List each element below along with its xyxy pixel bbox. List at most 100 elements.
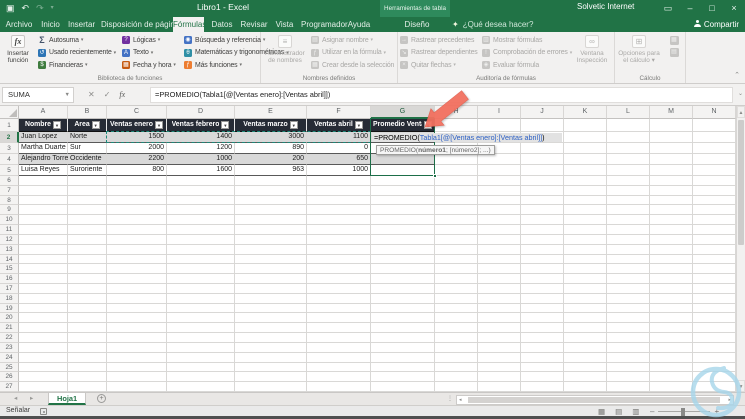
cell-b18[interactable] xyxy=(68,294,107,304)
cell-i21[interactable] xyxy=(478,323,521,333)
cell-l19[interactable] xyxy=(607,304,650,314)
cell-d15[interactable] xyxy=(167,264,235,274)
cell-j13[interactable] xyxy=(521,245,564,255)
cell-a14[interactable] xyxy=(19,255,68,265)
cell-b15[interactable] xyxy=(68,264,107,274)
cell-d22[interactable] xyxy=(167,333,235,343)
cell-e17[interactable] xyxy=(235,284,307,294)
cell-a20[interactable] xyxy=(19,313,68,323)
cell-k10[interactable] xyxy=(564,215,607,225)
row-header-9[interactable]: 9 xyxy=(0,205,19,215)
zoom-out-icon[interactable]: – xyxy=(650,407,654,416)
cell-f16[interactable] xyxy=(307,274,371,284)
cell-j6[interactable] xyxy=(521,176,564,186)
cell-g17[interactable] xyxy=(371,284,435,294)
tab-scroll-splitter[interactable]: ⋮ xyxy=(447,395,454,402)
cell-l23[interactable] xyxy=(607,343,650,353)
cell-k14[interactable] xyxy=(564,255,607,265)
save-icon[interactable]: ▣ xyxy=(6,1,15,16)
cell-k19[interactable] xyxy=(564,304,607,314)
cell-b14[interactable] xyxy=(68,255,107,265)
cell-e18[interactable] xyxy=(235,294,307,304)
cell-k26[interactable] xyxy=(564,372,607,382)
cell-f3[interactable]: 0 xyxy=(307,143,371,154)
cell-k12[interactable] xyxy=(564,235,607,245)
cell-i13[interactable] xyxy=(478,245,521,255)
cell-a17[interactable] xyxy=(19,284,68,294)
vertical-scroll-thumb[interactable] xyxy=(738,120,744,245)
cell-e12[interactable] xyxy=(235,235,307,245)
cell-c25[interactable] xyxy=(107,363,167,373)
cell-h16[interactable] xyxy=(435,274,478,284)
vertical-scrollbar[interactable]: ▲▼ xyxy=(736,106,745,392)
cell-b22[interactable] xyxy=(68,333,107,343)
row-header-7[interactable]: 7 xyxy=(0,186,19,196)
cell-g10[interactable] xyxy=(371,215,435,225)
cell-i27[interactable] xyxy=(478,382,521,392)
cell-g14[interactable] xyxy=(371,255,435,265)
cell-i17[interactable] xyxy=(478,284,521,294)
cell-f8[interactable] xyxy=(307,196,371,206)
cell-b10[interactable] xyxy=(68,215,107,225)
cell-j8[interactable] xyxy=(521,196,564,206)
cell-e27[interactable] xyxy=(235,382,307,392)
scroll-left-icon[interactable]: ◂ xyxy=(459,396,462,405)
busqueda-y-referencia-button[interactable]: ◉Búsqueda y referencia▾ xyxy=(182,34,260,47)
cell-m12[interactable] xyxy=(650,235,693,245)
cell-d24[interactable] xyxy=(167,353,235,363)
autosuma-button[interactable]: ΣAutosuma▾ xyxy=(36,34,120,47)
cell-m5[interactable] xyxy=(650,165,693,176)
cell-l5[interactable] xyxy=(607,165,650,176)
cell-c18[interactable] xyxy=(107,294,167,304)
cell-e25[interactable] xyxy=(235,363,307,373)
cell-n6[interactable] xyxy=(693,176,736,186)
cell-j20[interactable] xyxy=(521,313,564,323)
column-header-k[interactable]: K xyxy=(564,106,607,119)
editing-cell-formula[interactable]: =PROMEDIO(Tabla1[@[Ventas enero]:[Ventas… xyxy=(372,133,562,143)
cell-a23[interactable] xyxy=(19,343,68,353)
cell-i5[interactable] xyxy=(478,165,521,176)
sheet-tab-hoja1[interactable]: Hoja1 xyxy=(48,393,86,405)
cell-b11[interactable] xyxy=(68,225,107,235)
row-header-8[interactable]: 8 xyxy=(0,196,19,206)
cell-i7[interactable] xyxy=(478,186,521,196)
cell-n21[interactable] xyxy=(693,323,736,333)
cell-m1[interactable] xyxy=(650,119,693,132)
cell-g23[interactable] xyxy=(371,343,435,353)
cell-f23[interactable] xyxy=(307,343,371,353)
cell-j10[interactable] xyxy=(521,215,564,225)
cell-l26[interactable] xyxy=(607,372,650,382)
cell-d21[interactable] xyxy=(167,323,235,333)
cell-e13[interactable] xyxy=(235,245,307,255)
tell-me-search[interactable]: ✦¿Qué desea hacer? xyxy=(452,17,533,32)
cell-f12[interactable] xyxy=(307,235,371,245)
cell-f24[interactable] xyxy=(307,353,371,363)
filter-dropdown-icon[interactable]: ▾ xyxy=(355,121,363,129)
row-header-10[interactable]: 10 xyxy=(0,215,19,225)
row-header-4[interactable]: 4 xyxy=(0,154,19,165)
cell-a13[interactable] xyxy=(19,245,68,255)
cell-h18[interactable] xyxy=(435,294,478,304)
cell-d6[interactable] xyxy=(167,176,235,186)
cell-k13[interactable] xyxy=(564,245,607,255)
cell-f26[interactable] xyxy=(307,372,371,382)
cell-i22[interactable] xyxy=(478,333,521,343)
cell-a3[interactable]: Martha Duarte xyxy=(19,143,68,154)
cell-l11[interactable] xyxy=(607,225,650,235)
cell-a26[interactable] xyxy=(19,372,68,382)
cell-e23[interactable] xyxy=(235,343,307,353)
redo-icon[interactable]: ↷ xyxy=(36,1,44,16)
cell-l18[interactable] xyxy=(607,294,650,304)
cell-g26[interactable] xyxy=(371,372,435,382)
sheet-next-icon[interactable]: ▸ xyxy=(30,393,33,405)
cell-l25[interactable] xyxy=(607,363,650,373)
insertar-funcion-button[interactable]: fxInsertarfunción xyxy=(0,32,36,72)
cell-b24[interactable] xyxy=(68,353,107,363)
cell-n17[interactable] xyxy=(693,284,736,294)
column-header-f[interactable]: F xyxy=(307,106,371,119)
cell-d23[interactable] xyxy=(167,343,235,353)
cell-h17[interactable] xyxy=(435,284,478,294)
row-header-5[interactable]: 5 xyxy=(0,165,19,176)
cell-f25[interactable] xyxy=(307,363,371,373)
cell-n27[interactable] xyxy=(693,382,736,392)
